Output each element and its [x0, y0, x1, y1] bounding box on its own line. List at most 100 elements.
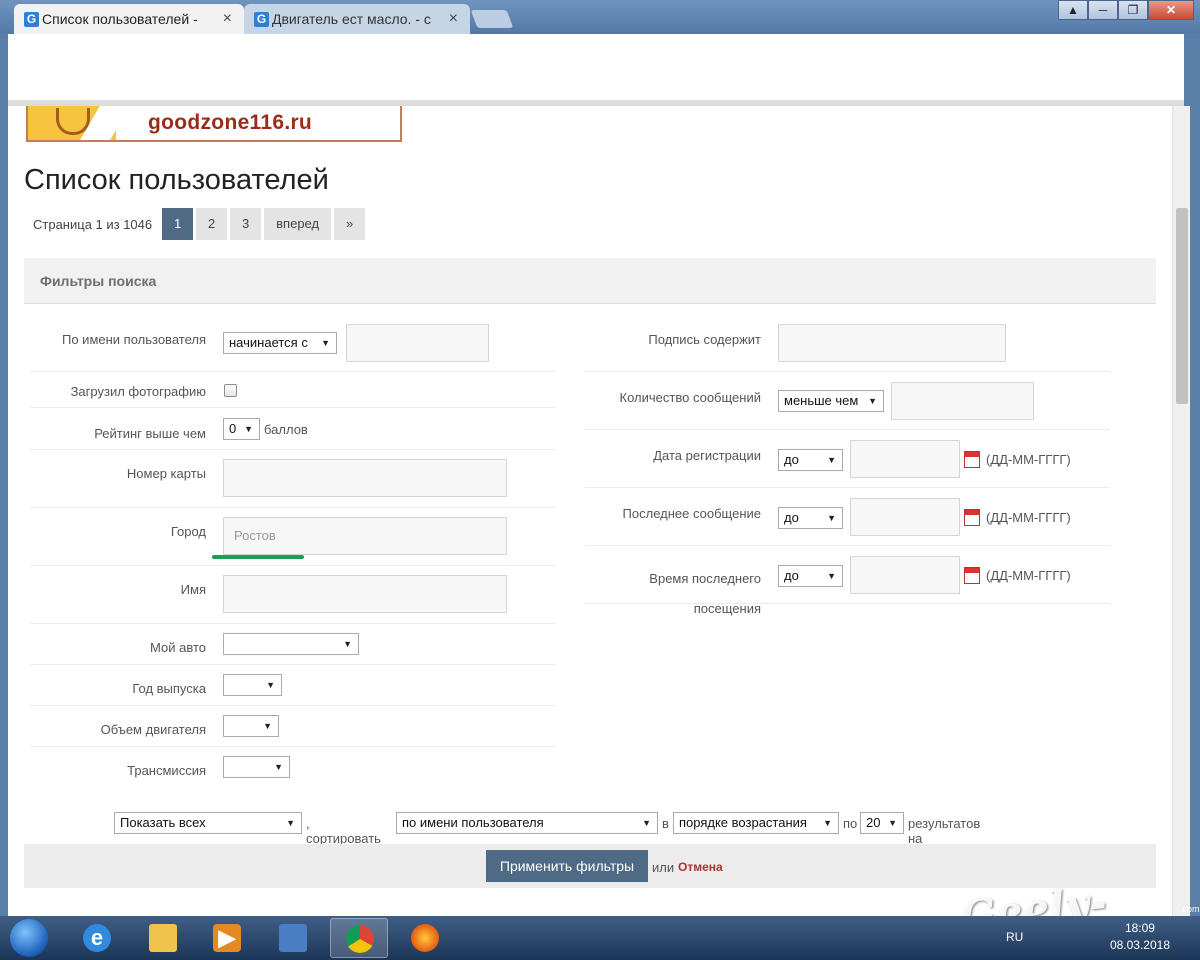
last-visit-date-input[interactable]	[850, 556, 960, 594]
filter-row-rating: Рейтинг выше чем 0 баллов	[30, 408, 556, 450]
show-select[interactable]: Показать всех	[114, 812, 302, 834]
network-icon	[279, 924, 307, 952]
cancel-link[interactable]: Отмена	[678, 860, 723, 874]
transmission-select[interactable]	[223, 756, 290, 778]
window-controls: ▲ ─ ❐ ✕	[1058, 0, 1194, 22]
tab-engine-oil[interactable]: G Двигатель ест масло. - с ×	[244, 4, 470, 34]
close-tab-icon[interactable]: ×	[449, 4, 458, 34]
system-clock[interactable]: 18:09 08.03.2018	[1110, 920, 1170, 954]
name-input[interactable]	[223, 575, 507, 613]
site-favicon-icon: G	[254, 12, 269, 27]
apply-bar: Применить фильтры или Отмена	[24, 844, 1156, 888]
last-post-mode-select[interactable]: до	[778, 507, 843, 529]
last-visit-label: Время последнего посещения	[649, 564, 761, 624]
calendar-icon[interactable]	[964, 509, 980, 526]
chrome-icon	[346, 925, 374, 953]
tab-title: Двигатель ест масло. - с	[272, 11, 431, 27]
page-title: Список пользователей	[24, 164, 329, 196]
filter-row-registration: Дата регистрации до (ДД-ММ-ГГГГ)	[585, 430, 1110, 488]
last-post-date-input[interactable]	[850, 498, 960, 536]
watermark-suffix: .com	[1180, 904, 1200, 914]
site-logo[interactable]: goodzone116.ru	[26, 106, 402, 142]
per-page-select[interactable]: 20	[860, 812, 904, 834]
calendar-icon[interactable]	[964, 567, 980, 584]
page-scrollbar[interactable]	[1172, 106, 1190, 916]
browser-titlebar: G Список пользователей - × G Двигатель е…	[0, 0, 1200, 34]
sort-by-select[interactable]: по имени пользователя	[396, 812, 658, 834]
signature-input[interactable]	[778, 324, 1006, 362]
filter-row-signature: Подпись содержит	[585, 314, 1110, 372]
minimize-button[interactable]: ─	[1088, 0, 1118, 20]
card-input[interactable]	[223, 459, 507, 497]
registration-label: Дата регистрации	[653, 448, 761, 463]
registration-date-input[interactable]	[850, 440, 960, 478]
photo-label: Загрузил фотографию	[70, 384, 206, 399]
windows-taskbar: e ▶ RU 18:09 08.03.2018	[0, 916, 1200, 960]
next-page-link[interactable]: вперед	[264, 208, 332, 240]
filter-row-last-post: Последнее сообщение до (ДД-ММ-ГГГГ)	[585, 488, 1110, 546]
last-visit-label-line-2: посещения	[693, 601, 761, 616]
browser-toolbar	[8, 34, 1184, 100]
filter-row-posts: Количество сообщений меньше чем	[585, 372, 1110, 430]
username-input[interactable]	[346, 324, 489, 362]
filter-row-year: Год выпуска	[30, 665, 556, 706]
new-tab-button[interactable]	[470, 10, 514, 28]
rating-select[interactable]: 0	[223, 418, 260, 440]
tab-users-list[interactable]: G Список пользователей - ×	[14, 4, 244, 34]
posts-input[interactable]	[891, 382, 1034, 420]
car-select[interactable]	[223, 633, 359, 655]
close-window-button[interactable]: ✕	[1148, 0, 1194, 20]
in-text: в	[662, 816, 669, 831]
start-button[interactable]	[4, 916, 52, 960]
apply-filters-button[interactable]: Применить фильтры	[486, 850, 648, 882]
calendar-icon[interactable]	[964, 451, 980, 468]
restore-button[interactable]: ❐	[1118, 0, 1148, 20]
car-label: Мой авто	[150, 640, 206, 655]
date-format-hint: (ДД-ММ-ГГГГ)	[986, 452, 1071, 467]
year-select[interactable]	[223, 674, 282, 696]
filter-row-city: Город Ростов	[30, 508, 556, 566]
taskbar-chrome[interactable]	[330, 918, 388, 958]
city-input[interactable]: Ростов	[223, 517, 507, 555]
order-select[interactable]: порядке возрастания	[673, 812, 839, 834]
taskbar-ie[interactable]: e	[68, 918, 126, 958]
per-text: по	[843, 816, 858, 831]
taskbar-network[interactable]	[264, 918, 322, 958]
last-post-label: Последнее сообщение	[622, 506, 761, 521]
registration-mode-select[interactable]: до	[778, 449, 843, 471]
taskbar-explorer[interactable]	[134, 918, 192, 958]
taskbar-media[interactable]: ▶	[198, 918, 256, 958]
card-label: Номер карты	[126, 466, 206, 481]
year-label: Год выпуска	[132, 681, 206, 696]
last-visit-mode-select[interactable]: до	[778, 565, 843, 587]
pagination: Страница 1 из 1046 1 2 3 вперед »	[24, 208, 368, 240]
name-label: Имя	[180, 582, 206, 597]
username-mode-select[interactable]: начинается с	[223, 332, 337, 354]
photo-checkbox[interactable]	[224, 384, 237, 397]
filters-header: Фильтры поиска	[24, 258, 1156, 304]
page-link-3[interactable]: 3	[230, 208, 262, 240]
last-page-link[interactable]: »	[334, 208, 366, 240]
scrollbar-thumb[interactable]	[1176, 208, 1188, 404]
city-label: Город	[170, 524, 206, 539]
filter-row-card: Номер карты	[30, 450, 556, 508]
user-icon[interactable]: ▲	[1058, 0, 1088, 20]
media-player-icon: ▶	[213, 924, 241, 952]
last-visit-label-line-1: Время последнего	[649, 571, 761, 586]
filter-row-transmission: Трансмиссия	[30, 747, 556, 788]
site-favicon-icon: G	[24, 12, 39, 27]
filter-row-photo: Загрузил фотографию	[30, 372, 556, 408]
language-indicator[interactable]: RU	[1006, 930, 1023, 944]
posts-mode-select[interactable]: меньше чем	[778, 390, 884, 412]
taskbar-firefox[interactable]	[396, 918, 454, 958]
username-label: По имени пользователя	[62, 332, 206, 347]
engine-select[interactable]	[223, 715, 279, 737]
city-underline-mark	[212, 555, 304, 559]
rating-label: Рейтинг выше чем	[94, 426, 206, 441]
page-link-2[interactable]: 2	[196, 208, 228, 240]
close-tab-icon[interactable]: ×	[223, 4, 232, 34]
date-format-hint: (ДД-ММ-ГГГГ)	[986, 510, 1071, 525]
filter-row-last-visit: Время последнего посещения до (ДД-ММ-ГГГГ…	[585, 546, 1110, 616]
engine-label: Объем двигателя	[100, 722, 206, 737]
page-link-1[interactable]: 1	[162, 208, 194, 240]
